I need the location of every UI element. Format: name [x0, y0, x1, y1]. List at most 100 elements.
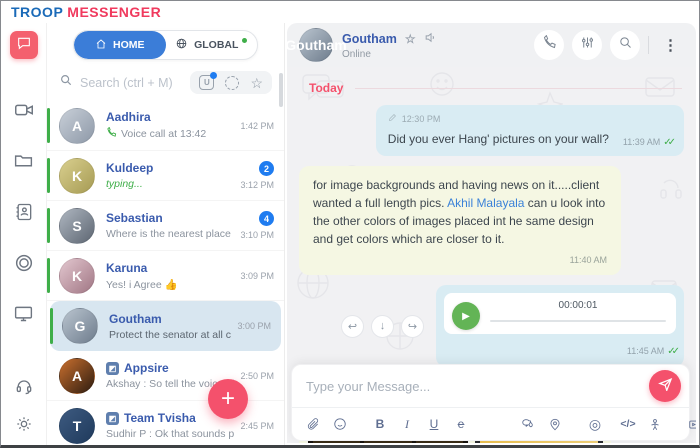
reply-icon[interactable]: ↩: [341, 315, 364, 338]
list-scrollbar[interactable]: [279, 73, 283, 107]
chat-contact-name: Goutham: [342, 32, 397, 46]
chat-header: Goutham Goutham ☆ Online ⋮: [287, 23, 696, 67]
tab-global[interactable]: GLOBAL: [166, 31, 258, 59]
favorites-filter-icon[interactable]: ☆: [250, 76, 263, 90]
address-book-icon: [14, 202, 34, 227]
headset-icon: [14, 376, 34, 401]
format-toolbar: B I U e ◎ </>: [292, 407, 689, 440]
status-filter-icon[interactable]: [225, 76, 239, 90]
new-chat-fab[interactable]: +: [208, 379, 248, 419]
nav-chats-button[interactable]: [10, 31, 38, 59]
list-item-appsire[interactable]: A ◩ Appsire Akshay : So tell the voice o…: [47, 351, 284, 401]
plus-icon: +: [221, 385, 235, 413]
contact-name: Kuldeep: [106, 161, 234, 175]
logo-troop: TROOP: [11, 4, 63, 20]
avatar: A: [59, 358, 95, 394]
send-button[interactable]: [649, 370, 681, 402]
contact-name: Karuna: [106, 261, 234, 275]
incoming-call-icon: [106, 127, 117, 141]
online-bar: [47, 158, 50, 193]
settings-button[interactable]: [11, 413, 37, 439]
contact-preview: Yes! i Agree 👍: [106, 278, 234, 291]
top-logo-bar: TROOP MESSENGER: [1, 1, 699, 23]
nav-screenshare-button[interactable]: [11, 303, 37, 329]
code-snippet-button[interactable]: </>: [621, 418, 635, 430]
date-divider-line: [355, 88, 682, 89]
underline-button[interactable]: U: [427, 417, 441, 431]
record-icon[interactable]: ◎: [588, 416, 602, 433]
unread-filter-icon[interactable]: U: [199, 75, 214, 90]
list-item-team-tvisha[interactable]: T ◩ Team Tvisha Sudhir P : Ok that sound…: [47, 401, 284, 445]
download-icon[interactable]: ↓: [371, 315, 394, 338]
video-message-icon[interactable]: [688, 416, 696, 433]
tab-global-label: GLOBAL: [194, 39, 238, 51]
chat-bubble-icon: [16, 35, 32, 56]
forward-icon[interactable]: ↪: [401, 315, 424, 338]
list-item-kuldeep[interactable]: K Kuldeep typing... 2 3:12 PM: [47, 151, 284, 201]
contact-preview: Voice call at 13:42: [106, 127, 234, 141]
emoji-icon[interactable]: [333, 416, 347, 432]
contact-name: ◩ Appsire: [106, 361, 234, 375]
mute-speaker-icon[interactable]: [424, 31, 437, 47]
search-input[interactable]: Search (ctrl + M): [80, 76, 183, 90]
list-filter-tools: U ☆: [190, 71, 272, 94]
message-time: 11:40 AM: [313, 255, 607, 265]
unread-badge: 2: [259, 161, 274, 176]
chat-search-button[interactable]: [610, 30, 640, 60]
conversation-list-panel: HOME GLOBAL Search (ctrl + M) U ☆: [47, 23, 285, 445]
message-text: Did you ever Hang' pictures on your wall…: [388, 130, 609, 148]
list-item-karuna[interactable]: K Karuna Yes! i Agree 👍 3:09 PM: [47, 251, 284, 301]
message-incoming-text[interactable]: for image backgrounds and having news on…: [295, 166, 686, 275]
unread-dot: [210, 72, 217, 79]
phone-icon: [542, 35, 557, 55]
send-plane-icon: [658, 376, 673, 396]
attach-file-icon[interactable]: [306, 417, 320, 432]
message-input[interactable]: [306, 379, 649, 394]
more-options-button[interactable]: ⋮: [657, 36, 684, 54]
call-button[interactable]: [534, 30, 564, 60]
message-outgoing-text[interactable]: 12:30 PM Did you ever Hang' pictures on …: [295, 105, 686, 156]
avatar: G: [62, 308, 98, 344]
nav-target-button[interactable]: [11, 252, 37, 278]
composer: B I U e ◎ </>: [291, 364, 690, 441]
pencil-icon: [388, 113, 397, 124]
app-window: TROOP MESSENGER: [0, 0, 700, 448]
contact-time: 2:45 PM: [240, 421, 274, 431]
list-item-aadhira[interactable]: A Aadhira Voice call at 13:42 1:42 PM: [47, 101, 284, 151]
play-button[interactable]: ▶: [452, 302, 480, 330]
contact-time: 2:50 PM: [240, 371, 274, 381]
search-bar: Search (ctrl + M) U ☆: [47, 66, 284, 101]
chat-avatar[interactable]: Goutham: [299, 28, 333, 62]
chat-panel: Goutham Goutham ☆ Online ⋮: [285, 23, 699, 445]
avatar: A: [59, 108, 95, 144]
video-camera-icon: [13, 99, 35, 126]
conversation-list: A Aadhira Voice call at 13:42 1:42 PM K: [47, 101, 284, 445]
bold-button[interactable]: B: [373, 417, 387, 431]
edited-time: 12:30 PM: [402, 114, 441, 124]
nav-contacts-button[interactable]: [11, 201, 37, 227]
favorite-star-icon[interactable]: ☆: [405, 32, 416, 46]
list-item-goutham[interactable]: G Goutham Protect the senator at all cos…: [50, 301, 281, 351]
contact-preview: Sudhir P : Ok that sounds p..: [106, 428, 234, 440]
burnout-icon[interactable]: [521, 416, 535, 433]
nav-files-button[interactable]: [11, 150, 37, 176]
date-divider: Today: [309, 81, 682, 95]
list-item-sebastian[interactable]: S Sebastian Where is the nearest place t…: [47, 201, 284, 251]
italic-button[interactable]: I: [400, 417, 414, 432]
global-new-dot: [242, 38, 247, 43]
filter-button[interactable]: [572, 30, 602, 60]
voice-progress-bar[interactable]: [490, 320, 666, 322]
mention-link[interactable]: Akhil Malayala: [447, 196, 524, 210]
strikethrough-button[interactable]: e: [454, 417, 468, 431]
person-tag-icon[interactable]: [648, 417, 662, 432]
target-circle-icon: [13, 252, 35, 279]
contact-time: 3:10 PM: [240, 230, 274, 240]
group-icon: ◩: [106, 412, 119, 425]
tab-home[interactable]: HOME: [74, 31, 166, 59]
message-outgoing-voice[interactable]: ↩ ↓ ↪ ▶ 00:00:01 11:45 AM✓✓: [295, 285, 686, 367]
nav-video-button[interactable]: [11, 99, 37, 125]
location-icon[interactable]: [548, 417, 562, 432]
avatar: S: [59, 208, 95, 244]
voice-duration: 00:00:01: [490, 300, 666, 311]
support-button[interactable]: [11, 375, 37, 401]
